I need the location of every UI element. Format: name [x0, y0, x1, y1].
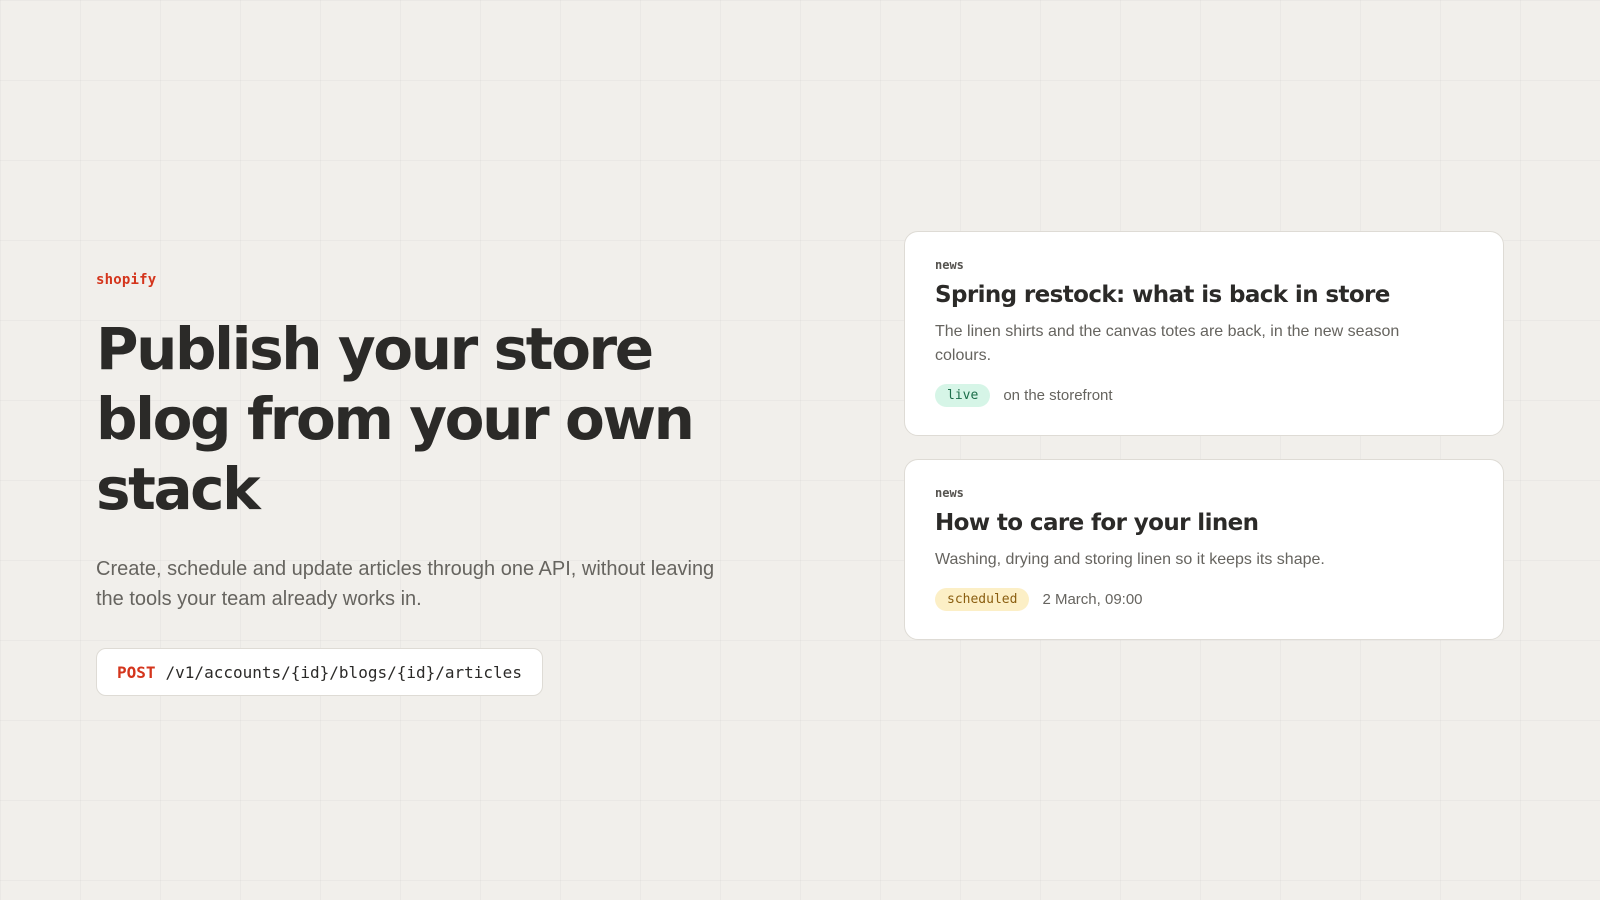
endpoint-path: /v1/accounts/{id}/blogs/{id}/articles — [165, 662, 522, 682]
api-endpoint-code[interactable]: POST /v1/accounts/{id}/blogs/{id}/articl… — [96, 648, 543, 696]
status-detail: on the storefront — [1003, 387, 1113, 404]
status-badge: scheduled — [935, 588, 1030, 611]
article-title[interactable]: Spring restock: what is back in store — [935, 282, 1473, 308]
hero-section: shopify Publish your store blog from you… — [96, 272, 796, 696]
article-card[interactable]: news Spring restock: what is back in sto… — [904, 231, 1504, 436]
article-description: Washing, drying and storing linen so it … — [935, 551, 1325, 568]
article-description: The linen shirts and the canvas totes ar… — [935, 323, 1400, 364]
article-card[interactable]: news How to care for your linen Washing,… — [904, 459, 1504, 640]
brand-label: shopify — [96, 272, 157, 288]
article-title[interactable]: How to care for your linen — [935, 510, 1473, 536]
article-meta: scheduled 2 March, 09:00 — [935, 588, 1473, 611]
article-tag: news — [935, 486, 964, 500]
status-detail: 2 March, 09:00 — [1042, 591, 1143, 608]
hero-subtitle: Create, schedule and update articles thr… — [96, 558, 715, 610]
page-title: Publish your store blog from your own st… — [96, 315, 695, 523]
status-badge: live — [935, 384, 991, 407]
article-meta: live on the storefront — [935, 384, 1473, 407]
article-tag: news — [935, 258, 964, 272]
http-method: POST — [117, 662, 156, 682]
article-list: news Spring restock: what is back in sto… — [904, 231, 1504, 663]
